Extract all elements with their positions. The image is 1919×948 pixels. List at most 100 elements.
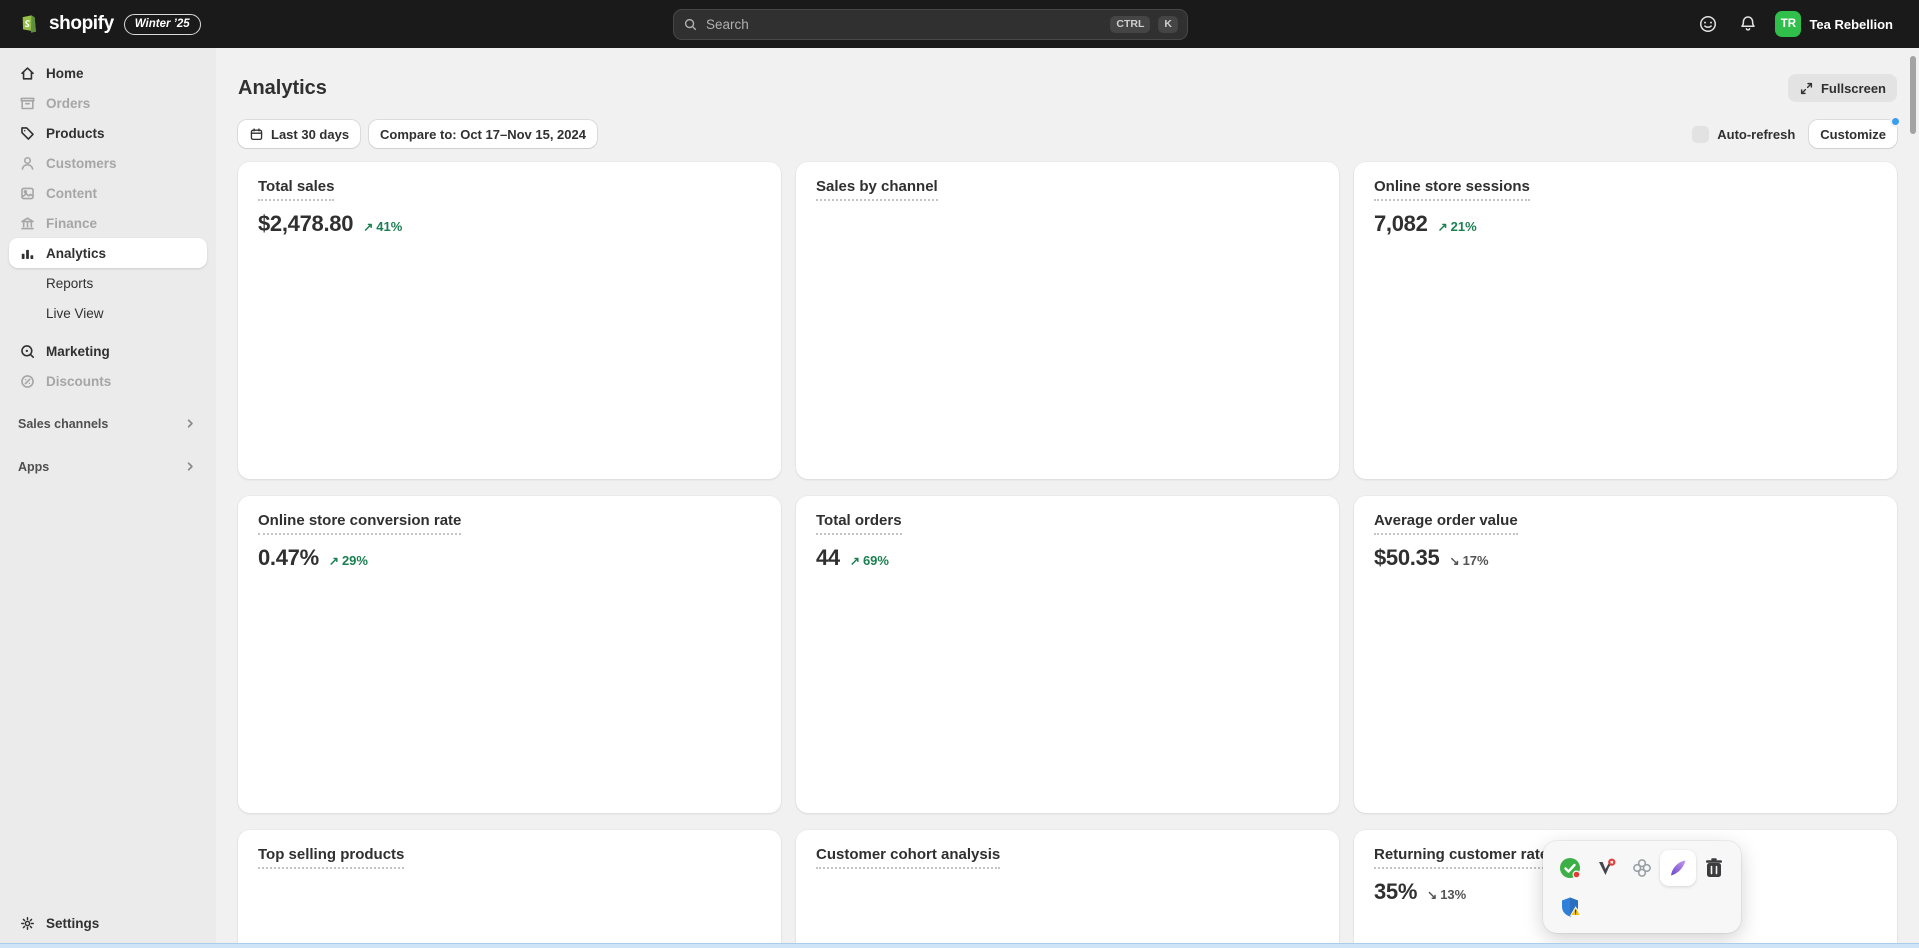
fullscreen-button[interactable]: Fullscreen [1788,74,1897,102]
dashboard-grid: Total sales $2,478.80 ↗41% Sales by chan… [238,162,1897,948]
orders-icon [19,95,36,112]
card-title-conversion[interactable]: Online store conversion rate [258,512,461,535]
delta-badge: ↘17% [1450,553,1489,568]
analytics-icon [19,245,36,262]
scrollbar-thumb[interactable] [1910,56,1916,134]
delta-value: 69% [863,553,889,568]
sidebar-item-marketing[interactable]: Marketing [9,336,207,366]
card-total-orders: Total orders 44 ↗69% [796,496,1339,813]
kbd-ctrl: CTRL [1110,16,1150,33]
compare-to-button[interactable]: Compare to: Oct 17–Nov 15, 2024 [369,120,597,148]
sidebar-item-products[interactable]: Products [9,118,207,148]
card-top-selling-products: Top selling products [238,830,781,948]
sidebar-item-live-view[interactable]: Live View [9,298,207,328]
sidekick-icon[interactable] [1691,7,1725,41]
clover-grid-icon[interactable] [1624,850,1660,886]
card-title-total-sales[interactable]: Total sales [258,178,334,201]
metric-value: 44 [816,545,840,571]
topbar: shopify Winter ’25 CTRL K TR Tea Rebelli… [0,0,1919,48]
customize-button[interactable]: Customize [1809,120,1897,148]
trash-icon[interactable] [1696,850,1732,886]
chevron-right-icon [183,459,198,474]
sidebar-item-orders[interactable]: Orders [9,88,207,118]
trend-arrow-icon: ↘ [1450,554,1460,568]
delta-badge: ↗41% [363,219,402,234]
winter-25-badge[interactable]: Winter ’25 [124,14,201,35]
sidebar-item-customers[interactable]: Customers [9,148,207,178]
trend-arrow-icon: ↗ [1438,220,1448,234]
sidebar: Home Orders Products Customers Content F… [0,48,216,948]
metric-value: $50.35 [1374,545,1440,571]
delta-value: 13% [1440,887,1466,902]
notifications-bell-icon[interactable] [1731,7,1765,41]
trend-arrow-icon: ↗ [363,220,373,234]
store-name: Tea Rebellion [1809,17,1893,32]
trend-arrow-icon: ↗ [329,554,339,568]
discounts-icon [19,373,36,390]
delta-value: 17% [1463,553,1489,568]
sidebar-item-reports[interactable]: Reports [9,268,207,298]
sidebar-item-discounts[interactable]: Discounts [9,366,207,396]
metric-value: 7,082 [1374,211,1428,237]
gear-icon [19,915,36,932]
sidebar-item-settings[interactable]: Settings [9,908,207,938]
floating-extension-toolbar [1543,841,1741,933]
metric-value: 35% [1374,879,1417,905]
delta-badge: ↘13% [1427,887,1466,902]
card-title-sales-by-channel[interactable]: Sales by channel [816,178,938,201]
products-icon [19,125,36,142]
card-online-store-sessions: Online store sessions 7,082 ↗21% [1354,162,1897,479]
card-title-aov[interactable]: Average order value [1374,512,1518,535]
card-customer-cohort: Customer cohort analysis [796,830,1339,948]
metric-value: $2,478.80 [258,211,353,237]
search-icon [683,17,698,32]
sidebar-section-apps[interactable]: Apps [10,459,206,474]
v-app-icon[interactable] [1588,850,1624,886]
store-account-menu[interactable]: TR Tea Rebellion [1771,7,1903,41]
bottom-edge-strip [0,943,1919,948]
content-icon [19,185,36,202]
card-title-top-products[interactable]: Top selling products [258,846,404,869]
global-search[interactable]: CTRL K [673,9,1188,40]
trend-arrow-icon: ↗ [850,554,860,568]
chevron-right-icon [183,416,198,431]
card-sales-by-channel: Sales by channel [796,162,1339,479]
sidebar-item-analytics[interactable]: Analytics [9,238,207,268]
notification-dot [1890,116,1901,127]
delta-value: 21% [1451,219,1477,234]
calendar-icon [249,127,264,142]
card-total-sales: Total sales $2,478.80 ↗41% [238,162,781,479]
search-input[interactable] [706,17,1102,32]
delta-badge: ↗69% [850,553,889,568]
metric-value: 0.47% [258,545,319,571]
delta-badge: ↗21% [1438,219,1477,234]
sidebar-item-content[interactable]: Content [9,178,207,208]
shopify-wordmark: shopify [49,13,114,35]
shopify-logo[interactable]: shopify [16,11,114,37]
auto-refresh-toggle[interactable]: Auto-refresh [1692,126,1795,143]
card-title-total-orders[interactable]: Total orders [816,512,902,535]
card-title-returning[interactable]: Returning customer rate [1374,846,1548,869]
page-title: Analytics [238,77,327,100]
main-content: Analytics Fullscreen Last 30 days Compar… [216,48,1919,948]
card-conversion-rate: Online store conversion rate 0.47% ↗29% [238,496,781,813]
finance-icon [19,215,36,232]
delta-badge: ↗29% [329,553,368,568]
card-average-order-value: Average order value $50.35 ↘17% [1354,496,1897,813]
card-title-sessions[interactable]: Online store sessions [1374,178,1530,201]
auto-refresh-checkbox[interactable] [1692,126,1709,143]
sidebar-item-home[interactable]: Home [9,58,207,88]
purple-feather-icon[interactable] [1660,850,1696,886]
date-range-button[interactable]: Last 30 days [238,120,360,148]
fullscreen-icon [1799,81,1814,96]
shield-warning-icon[interactable] [1552,889,1588,925]
sidebar-section-sales-channels[interactable]: Sales channels [10,416,206,431]
card-title-cohort[interactable]: Customer cohort analysis [816,846,1000,869]
green-check-app-icon[interactable] [1552,850,1588,886]
sidebar-item-finance[interactable]: Finance [9,208,207,238]
trend-arrow-icon: ↘ [1427,888,1437,902]
home-icon [19,65,36,82]
marketing-icon [19,343,36,360]
delta-value: 41% [376,219,402,234]
customers-icon [19,155,36,172]
